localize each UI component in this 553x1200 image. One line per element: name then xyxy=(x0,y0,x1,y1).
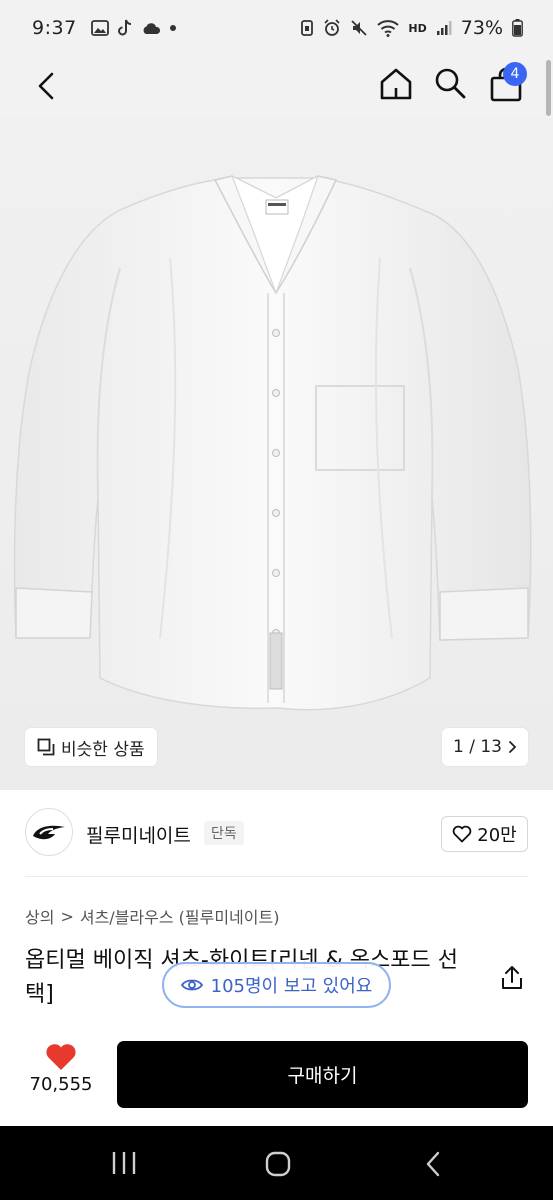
breadcrumb-subcategory[interactable]: 셔츠/블라우스 (필루미네이트) xyxy=(80,904,280,928)
mute-icon xyxy=(351,20,368,36)
similar-products-button[interactable]: 비슷한 상품 xyxy=(25,728,157,766)
system-back-button[interactable] xyxy=(422,1150,444,1178)
divider xyxy=(25,876,528,877)
brand-like-count: 20만 xyxy=(477,825,517,846)
battery-percent: 73% xyxy=(460,17,503,39)
gallery-icon xyxy=(90,20,109,36)
buy-button[interactable]: 구매하기 xyxy=(117,1041,528,1108)
image-pager-label: 1 / 13 xyxy=(453,737,502,757)
product-image[interactable] xyxy=(0,118,553,790)
search-icon xyxy=(435,68,466,99)
purchase-bar: 70,555 구매하기 xyxy=(0,1032,553,1124)
wishlist-count: 70,555 xyxy=(29,1074,93,1095)
hd-voice-label: HD xyxy=(408,21,427,35)
recent-apps-icon xyxy=(112,1152,136,1174)
status-bar: 9:37 HD 73% xyxy=(0,0,553,56)
viewers-badge: 105명이 보고 있어요 xyxy=(162,962,391,1008)
cloud-icon xyxy=(143,23,160,34)
system-home-icon xyxy=(265,1151,291,1177)
similar-products-label: 비슷한 상품 xyxy=(61,739,145,760)
signal-icon xyxy=(436,21,452,35)
app-header xyxy=(0,56,553,118)
battery-icon xyxy=(512,19,523,37)
wishlist-button[interactable]: 70,555 xyxy=(25,1042,97,1095)
back-button[interactable] xyxy=(26,66,66,106)
alarm-icon xyxy=(324,19,340,36)
data-saver-icon xyxy=(301,20,314,36)
chevron-left-icon xyxy=(38,72,54,100)
brand-logo-mark xyxy=(33,825,65,840)
system-nav-bar xyxy=(0,1126,553,1200)
viewers-label: 105명이 보고 있어요 xyxy=(210,976,373,997)
home-button[interactable] xyxy=(378,66,416,104)
share-icon xyxy=(502,966,522,989)
scrollbar-thumb[interactable] xyxy=(546,60,551,116)
dot-icon xyxy=(169,25,176,31)
brand-name[interactable]: 필루미네이트 xyxy=(86,821,191,848)
shirt-image xyxy=(13,174,532,711)
exclusive-tag: 단독 xyxy=(204,821,244,845)
breadcrumb-category[interactable]: 상의 xyxy=(25,904,54,928)
cart-count-badge: 4 xyxy=(503,62,527,86)
system-back-icon xyxy=(426,1151,440,1177)
eye-icon xyxy=(180,979,203,991)
copy-icon xyxy=(37,738,55,756)
breadcrumb-separator: > xyxy=(60,906,74,926)
brand-row: 필루미네이트 단독 20만 xyxy=(0,800,553,866)
search-button[interactable] xyxy=(433,66,471,104)
wifi-icon xyxy=(377,20,400,37)
status-time: 9:37 xyxy=(32,17,77,39)
brand-logo[interactable] xyxy=(25,808,73,856)
heart-outline-icon xyxy=(452,825,472,843)
breadcrumb: 상의 > 셔츠/블라우스 (필루미네이트) xyxy=(25,904,279,928)
tiktok-icon xyxy=(117,19,131,36)
home-icon xyxy=(380,68,412,100)
chevron-right-icon xyxy=(509,741,517,753)
heart-filled-icon xyxy=(46,1044,76,1070)
image-pager-button[interactable]: 1 / 13 xyxy=(442,728,528,766)
recent-apps-button[interactable] xyxy=(110,1150,138,1176)
share-button[interactable] xyxy=(498,964,528,994)
system-home-button[interactable] xyxy=(264,1150,292,1178)
brand-like-button[interactable]: 20만 xyxy=(441,816,528,852)
